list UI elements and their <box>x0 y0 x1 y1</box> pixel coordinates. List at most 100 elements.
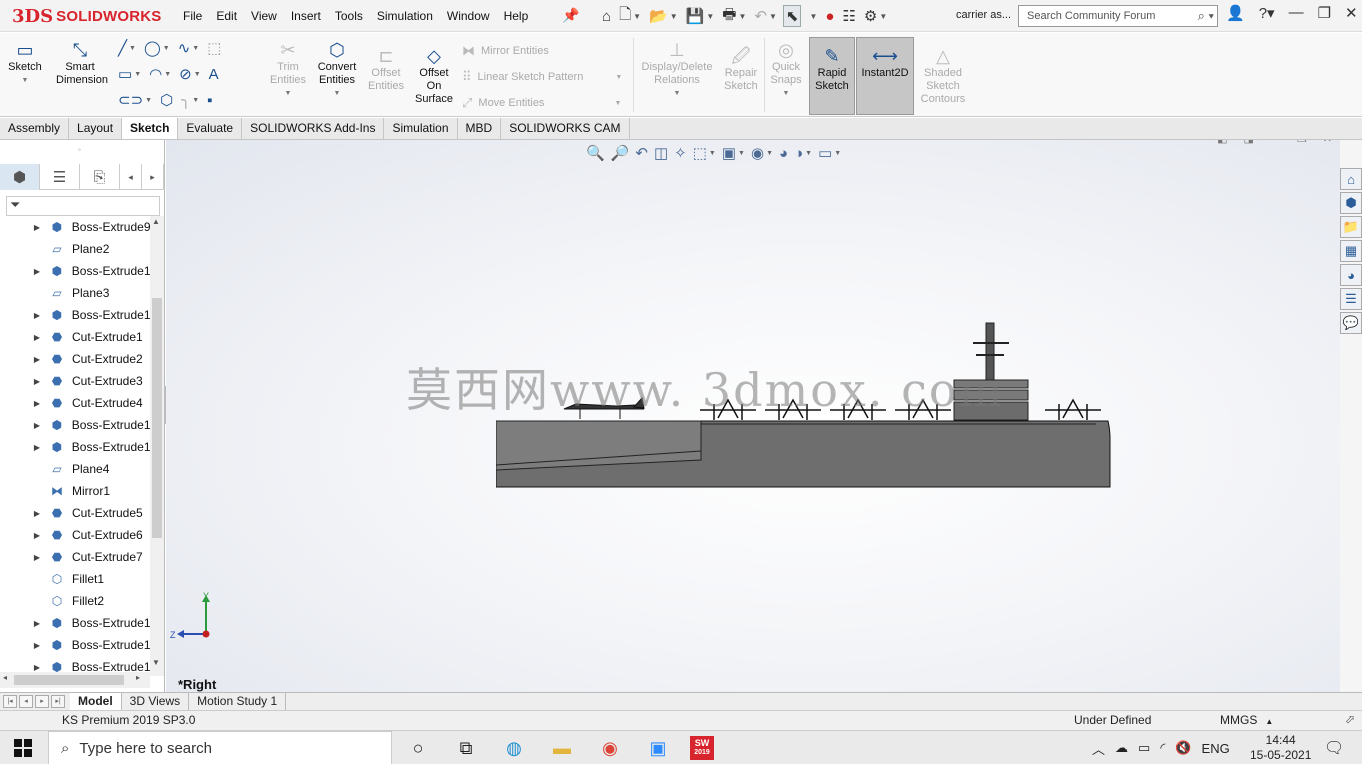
linear-sketch-pattern-button[interactable]: ⠿ Linear Sketch Pattern ▼ <box>462 69 622 85</box>
menu-simulation[interactable]: Simulation <box>370 9 440 23</box>
tree-item[interactable]: ▶ ⬣ Cut-Extrude4 <box>0 392 150 414</box>
expand-arrow-icon[interactable]: ▶ <box>30 355 44 364</box>
viewport-close-icon[interactable]: ✕ <box>1323 140 1332 145</box>
first-tab-icon[interactable]: |◂ <box>3 695 17 708</box>
tree-item[interactable]: ▶ ⬣ Cut-Extrude3 <box>0 370 150 392</box>
scroll-up-icon[interactable]: ▲ <box>152 217 160 226</box>
construction-geometry-icon[interactable]: ⬚ <box>207 39 221 57</box>
offset-on-surface-button[interactable]: ◇ Offset On Surface <box>412 45 456 106</box>
viewport-right-icon[interactable]: ◨ <box>1244 140 1254 145</box>
move-entities-button[interactable]: ⤢ Move Entities ▼ <box>462 95 621 111</box>
line-icon[interactable]: ╱ <box>118 39 127 57</box>
menu-insert[interactable]: Insert <box>284 9 328 23</box>
display-delete-relations-button[interactable]: ⊥ Display/Delete Relations ▼ <box>638 39 716 100</box>
quick-snaps-button[interactable]: ◎ Quick Snaps ▼ <box>766 39 806 100</box>
last-tab-icon[interactable]: ▸| <box>51 695 65 708</box>
cortana-icon[interactable]: ○ <box>402 735 434 761</box>
expand-arrow-icon[interactable]: ▶ <box>30 377 44 386</box>
scroll-thumb[interactable] <box>152 298 162 538</box>
notifications-icon[interactable]: 🗨 <box>1324 738 1344 758</box>
expand-arrow-icon[interactable]: ▶ <box>30 641 44 650</box>
expand-arrow-icon[interactable]: ▶ <box>30 553 44 562</box>
tab-solidworks-cam[interactable]: SOLIDWORKS CAM <box>501 118 630 139</box>
section-view-icon[interactable]: ◫ <box>654 144 668 162</box>
close-icon[interactable]: ✕ <box>1345 4 1358 22</box>
rectangle-icon[interactable]: ▭ <box>118 65 132 83</box>
expand-arrow-icon[interactable]: ▶ <box>30 619 44 628</box>
menu-file[interactable]: File <box>176 9 209 23</box>
chrome-icon[interactable]: ◉ <box>594 735 626 761</box>
expand-arrow-icon[interactable]: ▶ <box>30 267 44 276</box>
view-settings-icon[interactable]: ▭ <box>818 144 832 162</box>
windows-start-icon[interactable] <box>14 739 32 757</box>
property-manager-tab-icon[interactable]: ☰ <box>40 164 80 190</box>
zoom-to-fit-icon[interactable]: 🔍 <box>586 144 605 162</box>
tab-sketch[interactable]: Sketch <box>122 118 179 139</box>
options-gear-icon[interactable]: ⚙ ▼ <box>862 5 889 27</box>
sketch-button[interactable]: ▭ Sketch ▼ <box>6 39 44 87</box>
tab-scroll-left-icon[interactable]: ◂ <box>120 164 142 190</box>
graphics-area[interactable]: ◧ ◨ — ❐ ✕ 🔍 🔎 ↶ ◫ ✧ ⬚▼ ▣▼ ◉▼ ◕ ◑▼ ▭▼ <box>166 140 1340 692</box>
file-explorer-icon[interactable]: 📁 <box>1340 216 1362 238</box>
onedrive-icon[interactable]: ☁ <box>1115 740 1128 756</box>
expand-arrow-icon[interactable]: ▶ <box>30 509 44 518</box>
tree-item[interactable]: ▱ Plane2 <box>0 238 150 260</box>
language-indicator[interactable]: ENG <box>1202 741 1230 756</box>
tree-vertical-scrollbar[interactable]: ▲ ▼ <box>150 216 164 676</box>
zoom-to-area-icon[interactable]: 🔎 <box>611 144 630 162</box>
menu-view[interactable]: View <box>244 9 284 23</box>
custom-properties-icon[interactable]: ☰ <box>1340 288 1362 310</box>
point-icon[interactable]: ▪ <box>207 92 212 109</box>
forum-icon[interactable]: 💬 <box>1340 312 1362 334</box>
repair-sketch-button[interactable]: 🖉 Repair Sketch <box>720 45 762 93</box>
expand-arrow-icon[interactable]: ▶ <box>30 531 44 540</box>
unit-system[interactable]: MMGS ▲ <box>1220 713 1273 727</box>
tree-item[interactable]: ▶ ⬣ Cut-Extrude1 <box>0 326 150 348</box>
volume-muted-icon[interactable]: 🔇 <box>1175 740 1191 756</box>
expand-arrow-icon[interactable]: ▶ <box>30 311 44 320</box>
tab-layout[interactable]: Layout <box>69 118 123 139</box>
tree-item[interactable]: ▶ ⬢ Boss-Extrude1 <box>0 414 150 436</box>
offset-entities-button[interactable]: ⊏ Offset Entities <box>364 45 408 93</box>
tree-item[interactable]: ▶ ⬢ Boss-Extrude1 <box>0 304 150 326</box>
save-icon[interactable]: 💾 ▼ <box>684 5 717 27</box>
polygon-icon[interactable]: ⊘ <box>179 65 192 83</box>
circle-icon[interactable]: ◯ <box>144 39 161 57</box>
tree-item[interactable]: ▱ Plane4 <box>0 458 150 480</box>
menu-window[interactable]: Window <box>440 9 497 23</box>
arc-icon[interactable]: ◠ <box>149 65 162 83</box>
apply-scene-icon[interactable]: ◑ <box>794 145 803 162</box>
view-orientation-icon[interactable]: ⬚ <box>693 144 707 162</box>
view-palette-icon[interactable]: ▦ <box>1340 240 1362 262</box>
tab-assembly[interactable]: Assembly <box>0 118 70 139</box>
viewport-left-icon[interactable]: ◧ <box>1217 140 1227 145</box>
tree-item[interactable]: ▶ ⬣ Cut-Extrude6 <box>0 524 150 546</box>
minimize-icon[interactable]: — <box>1289 4 1304 22</box>
scroll-thumb-h[interactable] <box>14 675 124 685</box>
configuration-manager-tab-icon[interactable]: ⎘ <box>80 164 120 190</box>
solidworks-logo[interactable]: 3DS SOLIDWORKS <box>12 4 161 28</box>
mirror-entities-button[interactable]: ⧓ Mirror Entities <box>462 43 549 59</box>
battery-icon[interactable]: ▭ <box>1138 740 1150 756</box>
tab-motion-study-1[interactable]: Motion Study 1 <box>189 693 287 710</box>
trim-entities-button[interactable]: ✂ Trim Entities ▼ <box>266 39 310 100</box>
select-dropdown-icon[interactable]: ▼ <box>805 5 819 27</box>
tab-3d-views[interactable]: 3D Views <box>122 693 190 710</box>
feature-tree-tab-icon[interactable]: ⬢ <box>0 164 40 190</box>
open-icon[interactable]: 📂 ▼ <box>647 5 680 27</box>
scroll-left-icon[interactable]: ◂ <box>3 673 7 682</box>
select-cursor-icon[interactable]: ⬉ <box>782 5 802 27</box>
tree-item[interactable]: ▶ ⬣ Cut-Extrude7 <box>0 546 150 568</box>
tab-simulation[interactable]: Simulation <box>384 118 458 139</box>
task-view-icon[interactable]: ⧉ <box>450 735 482 761</box>
tab-evaluate[interactable]: Evaluate <box>178 118 243 139</box>
dynamic-annotation-icon[interactable]: ✧ <box>674 144 687 162</box>
wifi-icon[interactable]: ◜ <box>1160 740 1165 756</box>
tree-item[interactable]: ▶ ⬢ Boss-Extrude1 <box>0 634 150 656</box>
tree-item[interactable]: ▶ ⬣ Cut-Extrude2 <box>0 348 150 370</box>
expand-arrow-icon[interactable]: ▶ <box>30 333 44 342</box>
shaded-sketch-contours-button[interactable]: △ Shaded Sketch Contours <box>916 45 970 106</box>
search-community-forum[interactable]: Search Community Forum ⌕ ▾ <box>1018 5 1218 27</box>
tree-item[interactable]: ▱ Plane3 <box>0 282 150 304</box>
instant2d-button[interactable]: ⟷ Instant2D <box>857 45 913 80</box>
